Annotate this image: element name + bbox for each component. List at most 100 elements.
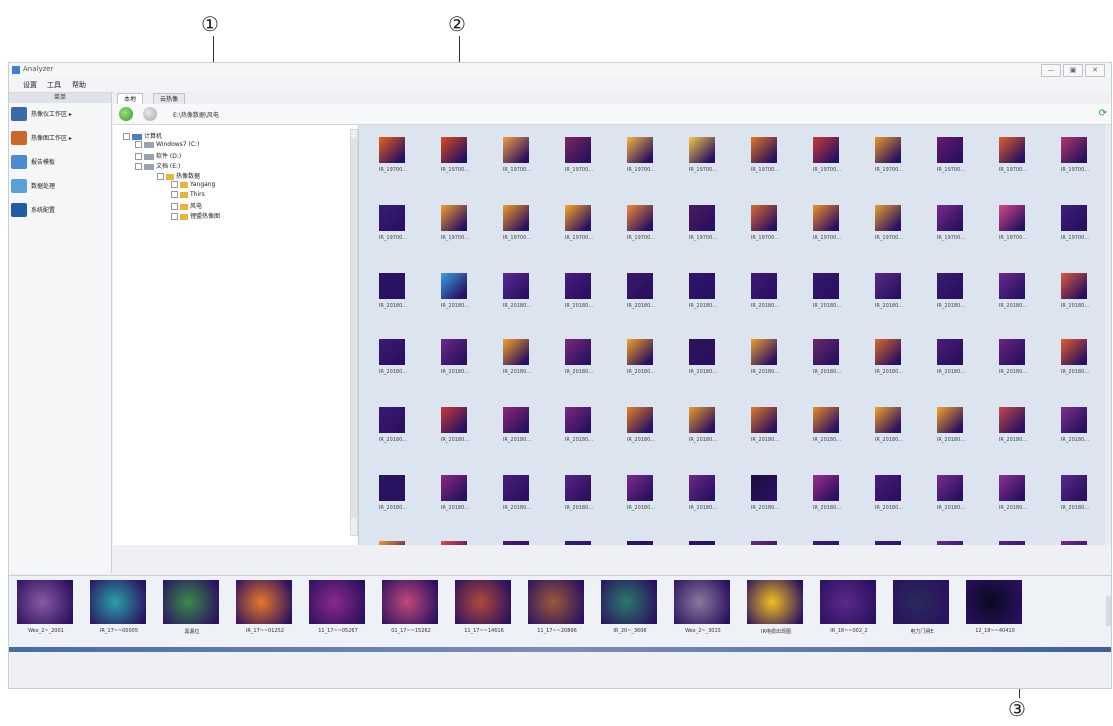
thumbnail-item[interactable]: IR_19700...	[679, 137, 727, 187]
thumbnail-item[interactable]: IR_20180...	[617, 273, 665, 323]
thumbnail-item[interactable]: IR_20180...	[493, 273, 541, 323]
strip-item[interactable]: 01_17~~15262	[376, 580, 446, 640]
thumbnail-item[interactable]: IR_19700...	[741, 137, 789, 187]
thumbnail-item[interactable]: IR_20180...	[369, 339, 417, 389]
thumbnail-item[interactable]: IR_20180...	[431, 541, 479, 545]
forward-icon[interactable]	[143, 107, 157, 121]
thumbnail-item[interactable]: IR_19700...	[493, 137, 541, 187]
collapse-icon[interactable]	[135, 163, 142, 170]
expand-icon[interactable]	[135, 153, 142, 160]
thumbnail-item[interactable]: IR_20180...	[989, 273, 1037, 323]
thumbnail-item[interactable]: IR_20180...	[1051, 407, 1099, 457]
maximize-button[interactable]: ▣	[1063, 64, 1083, 77]
thumbnail-item[interactable]: IR_20180...	[555, 273, 603, 323]
thumbnail-item[interactable]: IR_20180...	[803, 541, 851, 545]
thumbnail-item[interactable]: IR_19700...	[989, 137, 1037, 187]
collapse-icon[interactable]	[123, 133, 130, 140]
thumbnail-item[interactable]: IR_20180...	[679, 475, 727, 525]
sidebar-item-camera-workspace[interactable]: 热像仪工作区 ▸	[11, 105, 109, 123]
thumbnail-item[interactable]: IR_19700...	[617, 137, 665, 187]
expand-icon[interactable]	[171, 213, 178, 220]
sidebar-item-report-template[interactable]: 报告模板	[11, 153, 109, 171]
thumbnail-item[interactable]: IR_20180...	[865, 475, 913, 525]
thumbnail-item[interactable]: IR_19700...	[1051, 137, 1099, 187]
thumbnail-item[interactable]: IR_20180...	[927, 407, 975, 457]
sidebar-item-system-config[interactable]: 系统配置	[11, 201, 109, 219]
strip-item[interactable]: IR_20~_3606	[595, 580, 665, 640]
thumbnail-item[interactable]: IR_20180...	[493, 541, 541, 545]
expand-icon[interactable]	[171, 191, 178, 198]
thumbnail-item[interactable]: IR_19700...	[679, 205, 727, 255]
tree-item-wind-power[interactable]: 风电	[171, 201, 202, 210]
thumbnail-item[interactable]: IR_20180...	[865, 541, 913, 545]
thumbnail-item[interactable]: IR_20180...	[431, 407, 479, 457]
minimize-button[interactable]: —	[1041, 64, 1061, 77]
thumbnail-item[interactable]: IR_20180...	[555, 541, 603, 545]
thumbnail-item[interactable]: IR_19700...	[555, 205, 603, 255]
thumbnail-item[interactable]: IR_20180...	[741, 273, 789, 323]
strip-item[interactable]: 黑漏位	[157, 580, 227, 640]
thumbnail-item[interactable]: IR_19700...	[927, 137, 975, 187]
strip-item[interactable]: 11_17~~14616	[449, 580, 519, 640]
menu-settings[interactable]: 设置	[23, 80, 37, 90]
tree-item-drive-e[interactable]: 文档 (E:)	[135, 161, 180, 170]
thumbnail-item[interactable]: IR_20180...	[741, 541, 789, 545]
thumbnail-item[interactable]: IR_20180...	[1051, 541, 1099, 545]
thumbnail-item[interactable]: IR_20180...	[617, 541, 665, 545]
thumbnail-item[interactable]: IR_20180...	[865, 339, 913, 389]
thumbnail-item[interactable]: IR_20180...	[617, 475, 665, 525]
thumbnail-item[interactable]: IR_20180...	[555, 407, 603, 457]
thumbnail-item[interactable]: IR_19700...	[865, 205, 913, 255]
tree-item-thermal-data[interactable]: 热像数据	[157, 171, 200, 180]
thumbnail-item[interactable]: IR_20180...	[679, 407, 727, 457]
thumbnail-item[interactable]: IR_20180...	[989, 475, 1037, 525]
collapse-icon[interactable]	[157, 173, 164, 180]
thumbnail-item[interactable]: IR_19700...	[493, 205, 541, 255]
thumbnail-item[interactable]: IR_20180...	[989, 339, 1037, 389]
thumbnail-item[interactable]: IR_20180...	[431, 475, 479, 525]
tree-item-computer[interactable]: 计算机	[123, 131, 162, 140]
tree-item-lithium[interactable]: 锂盟热像图	[171, 211, 220, 220]
address-path[interactable]: E:\热像数据\风电	[173, 110, 219, 119]
strip-item[interactable]: Wex_2~_2001	[11, 580, 81, 640]
thumbnail-item[interactable]: IR_20180...	[617, 407, 665, 457]
thumbnail-item[interactable]: IR_19700...	[617, 205, 665, 255]
thumbnail-item[interactable]: IR_20180...	[493, 475, 541, 525]
thumbnail-item[interactable]: IR_20180...	[369, 273, 417, 323]
thumbnail-item[interactable]: IR_20180...	[679, 273, 727, 323]
expand-icon[interactable]	[135, 141, 142, 148]
thumbnail-item[interactable]: IR_19700...	[431, 137, 479, 187]
grid-scrollbar[interactable]	[1105, 125, 1111, 545]
refresh-icon[interactable]: ⟳	[1099, 108, 1107, 119]
strip-item[interactable]: IR电缆出现图	[741, 580, 811, 640]
tree-item-yangang[interactable]: Yangang	[171, 181, 215, 188]
thumbnail-item[interactable]: IR_20180...	[369, 541, 417, 545]
thumbnail-item[interactable]: IR_20180...	[1051, 273, 1099, 323]
strip-scrollbar[interactable]	[1106, 596, 1111, 626]
thumbnail-item[interactable]: IR_20180...	[865, 407, 913, 457]
thumbnail-item[interactable]: IR_20180...	[803, 475, 851, 525]
tree-item-thirs[interactable]: Thirs	[171, 191, 205, 198]
thumbnail-item[interactable]: IR_19700...	[927, 205, 975, 255]
thumbnail-item[interactable]: IR_20180...	[927, 541, 975, 545]
strip-item[interactable]: 12_18~~40410	[960, 580, 1030, 640]
thumbnail-item[interactable]: IR_19700...	[369, 137, 417, 187]
sidebar-item-image-workspace[interactable]: 热像图工作区 ▸	[11, 129, 109, 147]
close-button[interactable]: ✕	[1085, 64, 1105, 77]
thumbnail-item[interactable]: IR_20180...	[989, 541, 1037, 545]
thumbnail-item[interactable]: IR_20180...	[493, 407, 541, 457]
thumbnail-item[interactable]: IR_19700...	[369, 205, 417, 255]
menu-help[interactable]: 帮助	[72, 80, 86, 90]
thumbnail-item[interactable]: IR_19700...	[555, 137, 603, 187]
thumbnail-item[interactable]: IR_20180...	[927, 475, 975, 525]
tree-item-drive-d[interactable]: 软件 (D:)	[135, 151, 181, 160]
sidebar-item-data-processing[interactable]: 数据处理	[11, 177, 109, 195]
thumbnail-item[interactable]: IR_20180...	[369, 407, 417, 457]
thumbnail-item[interactable]: IR_20180...	[803, 339, 851, 389]
strip-item[interactable]: IR_17~~00005	[84, 580, 154, 640]
strip-item[interactable]: Wex_2~_3015	[668, 580, 738, 640]
strip-item[interactable]: 电力门闸E	[887, 580, 957, 640]
thumbnail-item[interactable]: IR_19700...	[989, 205, 1037, 255]
thumbnail-item[interactable]: IR_19700...	[741, 205, 789, 255]
thumbnail-item[interactable]: IR_20180...	[679, 339, 727, 389]
